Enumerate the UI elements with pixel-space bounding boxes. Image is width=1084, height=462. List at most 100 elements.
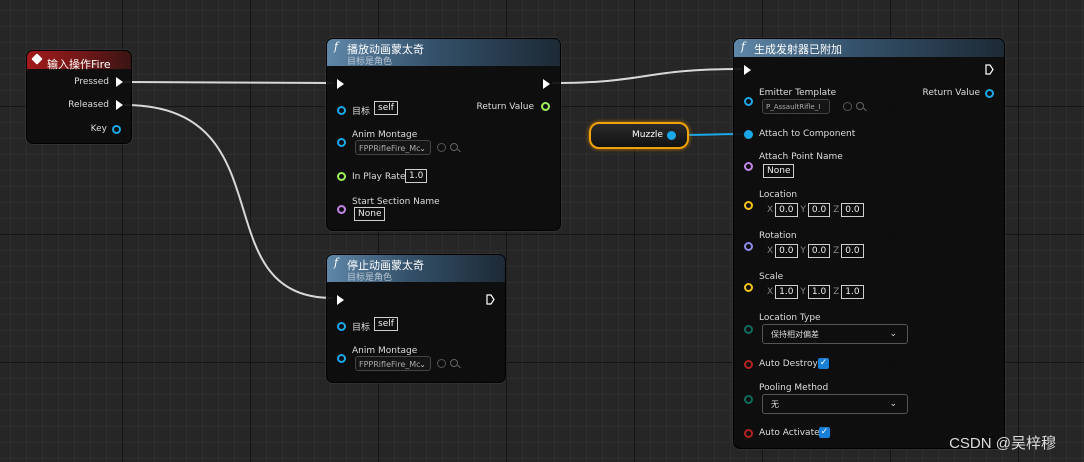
attach-component-label: Attach to Component <box>759 129 856 139</box>
stop-target-label: 目标 <box>352 323 371 333</box>
scale-pin[interactable] <box>744 283 753 292</box>
pooling-method-pin[interactable] <box>744 395 753 404</box>
spawn-return-label: Return Value <box>922 88 980 98</box>
spawn-return-pin[interactable] <box>985 89 994 98</box>
location-x[interactable]: 0.0 <box>775 203 798 217</box>
scale-z[interactable]: 1.0 <box>841 285 864 299</box>
event-diamond-icon <box>31 53 43 65</box>
location-pin[interactable] <box>744 201 753 210</box>
pressed-pin-label: Pressed <box>74 77 109 87</box>
browse-icon[interactable] <box>856 102 864 110</box>
event-node-header[interactable]: 输入操作Fire <box>27 51 131 71</box>
spawn-exec-output-pin[interactable] <box>985 64 994 75</box>
rotation-z[interactable]: 0.0 <box>841 244 864 258</box>
play-montage-value: FPPRifleFire_Mc <box>359 144 421 153</box>
key-output-pin[interactable] <box>112 125 121 134</box>
play-montage-pin[interactable] <box>337 138 346 147</box>
pooling-method-select[interactable]: 无 ⌄ <box>762 394 908 414</box>
auto-activate-pin[interactable] <box>744 429 753 438</box>
play-return-label: Return Value <box>476 102 534 112</box>
location-type-pin[interactable] <box>744 325 753 334</box>
browse-icon[interactable] <box>450 143 458 151</box>
spawn-node-header[interactable]: f 生成发射器已附加 <box>734 39 1004 57</box>
attach-point-pin[interactable] <box>744 162 753 171</box>
location-type-value: 保持相对偏差 <box>771 330 819 339</box>
stop-target-pin[interactable] <box>337 322 346 331</box>
rotation-x[interactable]: 0.0 <box>775 244 798 258</box>
rotation-label: Rotation <box>759 231 797 241</box>
play-rate-label: In Play Rate <box>352 172 406 182</box>
spawn-exec-input-pin[interactable] <box>744 65 751 75</box>
chevron-down-icon: ⌄ <box>419 360 426 369</box>
axis-z-label: Z <box>833 246 840 256</box>
play-target-value[interactable]: self <box>374 101 398 115</box>
axis-x-label: X <box>767 287 774 297</box>
play-montage-label: Anim Montage <box>352 130 418 140</box>
muzzle-variable-node[interactable]: Muzzle <box>589 122 689 149</box>
spawn-node-title: 生成发射器已附加 <box>754 43 842 56</box>
wire-play-to-spawn <box>551 68 743 84</box>
attach-point-value[interactable]: None <box>763 164 795 178</box>
auto-destroy-pin[interactable] <box>744 360 753 369</box>
browse-icon[interactable] <box>450 359 458 367</box>
play-montage-select[interactable]: FPPRifleFire_Mc ⌄ <box>355 140 431 155</box>
emitter-template-label: Emitter Template <box>759 88 837 98</box>
auto-destroy-label: Auto Destroy <box>759 359 818 369</box>
muzzle-label: Muzzle <box>632 130 663 140</box>
wire-pressed-to-play <box>123 81 334 84</box>
attach-component-pin[interactable] <box>744 130 753 139</box>
function-icon: f <box>334 40 339 53</box>
wire-released-to-stop <box>123 104 334 299</box>
rotation-fields: X 0.0 Y 0.0 Z 0.0 <box>767 244 864 258</box>
input-action-fire-node[interactable]: 输入操作Fire Pressed Released Key <box>26 50 132 144</box>
watermark: CSDN @吴梓穆 <box>949 435 1056 452</box>
stop-target-value[interactable]: self <box>374 317 398 331</box>
location-z[interactable]: 0.0 <box>841 203 864 217</box>
play-section-value[interactable]: None <box>354 207 386 221</box>
auto-activate-label: Auto Activate <box>759 428 820 438</box>
stop-node-subtitle: 目标是角色 <box>347 273 393 283</box>
stop-exec-output-pin[interactable] <box>486 294 495 305</box>
play-section-pin[interactable] <box>337 205 346 214</box>
use-selected-icon[interactable] <box>437 143 446 152</box>
auto-activate-checkbox[interactable]: ✓ <box>819 427 830 438</box>
scale-x[interactable]: 1.0 <box>775 285 798 299</box>
play-node-title: 播放动画蒙太奇 <box>347 43 424 56</box>
function-icon: f <box>741 40 746 53</box>
chevron-down-icon: ⌄ <box>419 144 426 153</box>
play-anim-montage-node[interactable]: f 播放动画蒙太奇 目标是角色 目标 self Return Value Ani… <box>326 38 561 231</box>
use-selected-icon[interactable] <box>437 359 446 368</box>
released-exec-pin[interactable] <box>116 100 123 110</box>
stop-montage-pin[interactable] <box>337 354 346 363</box>
spawn-emitter-attached-node[interactable]: f 生成发射器已附加 Emitter Template P_AssaultRif… <box>733 38 1005 449</box>
location-type-label: Location Type <box>759 313 821 323</box>
pooling-method-label: Pooling Method <box>759 383 829 393</box>
play-target-pin[interactable] <box>337 106 346 115</box>
stop-exec-input-pin[interactable] <box>337 295 344 305</box>
play-node-header[interactable]: f 播放动画蒙太奇 目标是角色 <box>327 39 560 67</box>
play-exec-input-pin[interactable] <box>337 79 344 89</box>
use-selected-icon[interactable] <box>843 102 852 111</box>
play-rate-value[interactable]: 1.0 <box>405 169 428 183</box>
axis-x-label: X <box>767 205 774 215</box>
play-return-pin[interactable] <box>541 102 550 111</box>
event-node-title: 输入操作Fire <box>47 58 111 71</box>
rotation-y[interactable]: 0.0 <box>807 244 831 258</box>
play-exec-output-pin[interactable] <box>543 79 550 89</box>
scale-y[interactable]: 1.0 <box>807 285 831 299</box>
rotation-pin[interactable] <box>744 242 753 251</box>
stop-montage-select[interactable]: FPPRifleFire_Mc ⌄ <box>355 356 431 371</box>
pressed-exec-pin[interactable] <box>116 77 123 87</box>
scale-label: Scale <box>759 272 784 282</box>
stop-anim-montage-node[interactable]: f 停止动画蒙太奇 目标是角色 目标 self Anim Montage FPP… <box>326 254 506 383</box>
emitter-template-pin[interactable] <box>744 97 753 106</box>
stop-node-title: 停止动画蒙太奇 <box>347 259 424 272</box>
location-type-select[interactable]: 保持相对偏差 ⌄ <box>762 324 908 344</box>
auto-destroy-checkbox[interactable]: ✓ <box>818 358 829 369</box>
stop-node-header[interactable]: f 停止动画蒙太奇 目标是角色 <box>327 255 505 283</box>
muzzle-output-pin[interactable] <box>667 131 676 140</box>
stop-montage-label: Anim Montage <box>352 346 418 356</box>
emitter-template-select[interactable]: P_AssaultRifle_I <box>762 99 830 114</box>
play-rate-pin[interactable] <box>337 172 346 181</box>
location-y[interactable]: 0.0 <box>807 203 831 217</box>
